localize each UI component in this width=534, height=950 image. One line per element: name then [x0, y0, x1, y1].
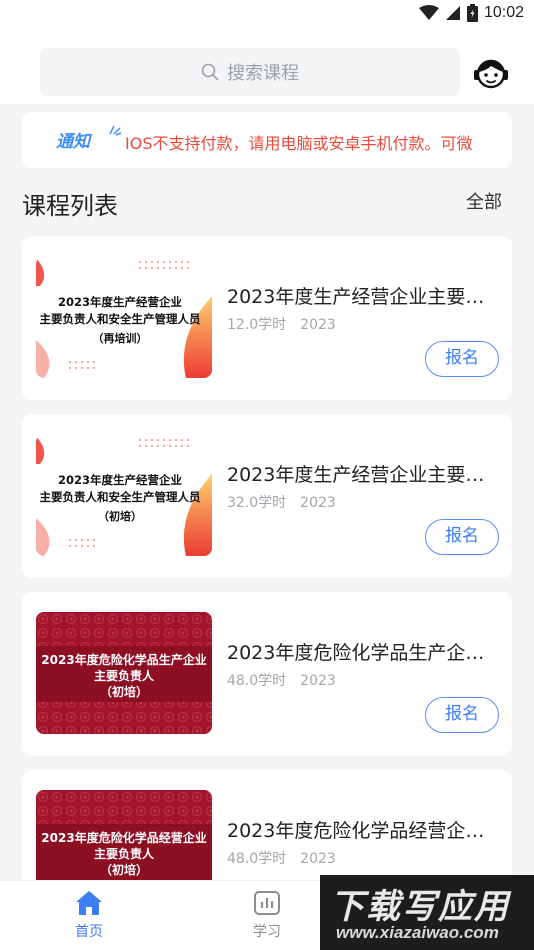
course-meta: 48.0学时 2023: [227, 670, 336, 690]
course-year: 2023: [300, 673, 336, 689]
course-meta: 32.0学时 2023: [227, 492, 336, 512]
course-card[interactable]: 2023年度生产经营企业 主要负责人和安全生产管理人员 （初培） 2023年度生…: [22, 414, 512, 578]
course-hours: 48.0学时: [227, 673, 287, 689]
thumb-text-line: 2023年度生产经营企业: [58, 295, 183, 309]
tab-home[interactable]: 首页: [44, 889, 134, 941]
thumb-text-line: （再培训）: [93, 331, 148, 345]
course-year: 2023: [300, 851, 336, 867]
course-title: 2023年度危险化学品生产企业主要负责人（初培）: [227, 642, 497, 664]
wifi-icon: [418, 5, 439, 20]
home-icon: [76, 891, 102, 915]
course-title: 2023年度危险化学品经营企业主要负责人（初培）: [227, 820, 497, 842]
thumb-text-line: 2023年度危险化学品经营企业: [41, 830, 206, 845]
notice-bar[interactable]: 通知 IOS不支持付款，请用电脑或安卓手机付款。可微: [22, 112, 512, 168]
notice-text: IOS不支持付款，请用电脑或安卓手机付款。可微: [125, 134, 473, 153]
course-card[interactable]: 2023年度生产经营企业 主要负责人和安全生产管理人员 （再培训） 2023年度…: [22, 236, 512, 400]
course-thumbnail: 2023年度生产经营企业 主要负责人和安全生产管理人员 （再培训）: [36, 256, 212, 378]
course-meta: 48.0学时 2023: [227, 848, 336, 868]
enroll-button[interactable]: 报名: [425, 341, 499, 377]
thumb-text-line: 主要负责人和安全生产管理人员: [40, 312, 201, 326]
watermark-main: 下载写应用: [330, 887, 510, 927]
status-icons: 10:02: [418, 4, 524, 22]
status-bar: 10:02: [0, 0, 534, 28]
header: 搜索课程: [0, 28, 534, 104]
customer-service-icon[interactable]: [472, 56, 510, 90]
watermark-logo: 下载写应用 www.xiazaiwao.com: [320, 875, 534, 950]
thumb-text-line: 主要负责人和安全生产管理人员: [40, 490, 201, 504]
battery-icon: [466, 4, 478, 22]
enroll-button[interactable]: 报名: [425, 519, 499, 555]
course-card[interactable]: 2023年度危险化学品生产企业 主要负责人 （初培） 2023年度危险化学品生产…: [22, 592, 512, 756]
notice-tag: 通知: [56, 132, 90, 152]
thumb-text-line: 2023年度生产经营企业: [58, 473, 183, 487]
thumb-text-line: 2023年度危险化学品生产企业: [41, 652, 206, 667]
course-title: 2023年度生产经营企业主要负责人和安全生产管理人员（初培）: [227, 464, 497, 486]
thumb-text-line: （初培）: [100, 862, 148, 877]
section-title: 课程列表: [22, 192, 118, 220]
course-meta: 12.0学时 2023: [227, 314, 336, 334]
course-thumbnail: 2023年度危险化学品生产企业 主要负责人 （初培）: [36, 612, 212, 734]
course-title: 2023年度生产经营企业主要负责人和安全生产管理人员（再培训）: [227, 286, 497, 308]
signal-icon: [445, 6, 460, 20]
thumb-text-line: 主要负责人: [94, 668, 155, 683]
study-chart-icon: [254, 891, 280, 915]
watermark-url: www.xiazaiwao.com: [336, 923, 499, 942]
tab-study-label: 学习: [253, 924, 281, 940]
search-input[interactable]: 搜索课程: [40, 48, 460, 96]
search-placeholder: 搜索课程: [227, 63, 299, 84]
enroll-button[interactable]: 报名: [425, 697, 499, 733]
tab-home-label: 首页: [75, 924, 103, 940]
course-year: 2023: [300, 317, 336, 333]
course-hours: 48.0学时: [227, 851, 287, 867]
course-year: 2023: [300, 495, 336, 511]
thumb-text-line: （初培）: [100, 684, 148, 699]
thumb-text-line: 主要负责人: [94, 846, 155, 861]
view-all-link[interactable]: 全部: [466, 188, 502, 214]
status-time: 10:02: [483, 4, 524, 21]
course-hours: 12.0学时: [227, 317, 287, 333]
course-thumbnail: 2023年度生产经营企业 主要负责人和安全生产管理人员 （初培）: [36, 434, 212, 556]
course-hours: 32.0学时: [227, 495, 287, 511]
tab-study[interactable]: 学习: [222, 889, 312, 941]
thumb-text-line: （初培）: [98, 509, 142, 523]
search-icon: [201, 63, 219, 81]
notice-spark-icon: [109, 125, 122, 136]
